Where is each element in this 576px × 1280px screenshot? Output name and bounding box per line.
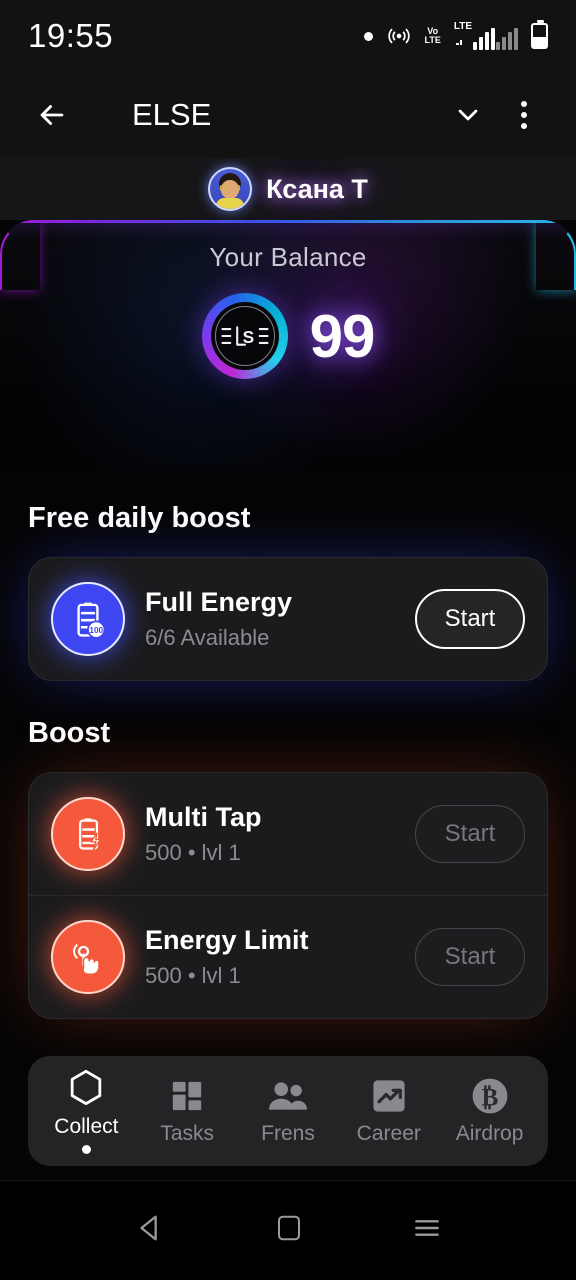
start-button-multi-tap[interactable]: Start	[415, 805, 525, 863]
else-logo-icon: S	[221, 326, 269, 347]
bitcoin-icon: ₿	[471, 1076, 509, 1116]
bottom-navigation: Collect Tasks Frens Career ₿ Airdrop	[28, 1056, 548, 1166]
hotspot-icon	[387, 28, 410, 44]
hexagon-icon	[67, 1069, 105, 1109]
free-boost-section: Free daily boost 100 Full Energy 6/6 Ava…	[0, 502, 576, 681]
nav-item-frens[interactable]: Frens	[242, 1076, 334, 1146]
android-navigation-bar	[0, 1180, 576, 1280]
dot-indicator-icon	[363, 31, 373, 41]
android-back-button[interactable]	[133, 1211, 167, 1250]
avatar	[208, 167, 253, 211]
boost-section: Boost Multi Tap 500 • lvl 1 Start Energy…	[0, 717, 576, 1019]
user-name: Ксана Т	[266, 173, 368, 204]
android-recents-button[interactable]	[411, 1212, 443, 1249]
overflow-menu-button[interactable]	[496, 87, 552, 143]
boost-subtitle: 6/6 Available	[145, 625, 270, 651]
svg-text:₿: ₿	[481, 1084, 498, 1112]
collapse-button[interactable]	[440, 87, 496, 143]
nav-label: Frens	[261, 1122, 315, 1145]
boost-row-full-energy[interactable]: 100 Full Energy 6/6 Available Start	[29, 558, 547, 680]
else-coin-icon: S	[201, 293, 288, 379]
card-edge-right	[536, 220, 576, 290]
nav-label: Collect	[54, 1114, 119, 1138]
trending-up-icon	[372, 1076, 406, 1116]
grid-icon	[170, 1076, 204, 1116]
boost-row-multi-tap[interactable]: Multi Tap 500 • lvl 1 Start	[29, 773, 547, 895]
nav-item-tasks[interactable]: Tasks	[141, 1076, 233, 1146]
status-icons: Vo LTE LTE	[363, 20, 548, 50]
boost-info: Full Energy 6/6 Available	[145, 587, 395, 651]
boost-title: Boost	[28, 717, 111, 749]
start-button-full-energy[interactable]: Start	[415, 589, 525, 649]
tap-hand-icon	[51, 920, 125, 994]
start-button-energy-limit[interactable]: Start	[415, 928, 525, 986]
app-bar: ELSE	[0, 72, 576, 158]
volte-icon: Vo LTE	[424, 25, 441, 45]
nav-item-collect[interactable]: Collect	[40, 1069, 132, 1154]
boost-info: Energy Limit 500 • lvl 1	[145, 925, 395, 989]
balance-label: Your Balance	[209, 242, 367, 272]
lte-icon: LTE	[454, 22, 518, 50]
battery-bolt-icon	[51, 797, 125, 871]
boost-subtitle: 500 • lvl 1	[145, 963, 241, 989]
signal-bars-sim2	[496, 28, 518, 50]
kebab-menu-icon	[521, 101, 527, 129]
people-icon	[268, 1076, 307, 1116]
free-boost-title: Free daily boost	[28, 502, 251, 534]
back-button[interactable]	[24, 87, 80, 143]
balance-card: Your Balance S 99	[0, 220, 576, 470]
nav-label: Career	[356, 1122, 421, 1145]
signal-bars-sim1	[473, 28, 495, 50]
arrow-left-icon	[40, 105, 64, 125]
user-bar: Ксана Т	[0, 158, 576, 220]
chevron-down-icon	[458, 109, 478, 121]
webapp-content: Ксана Т Your Balance S 99 Free daily boo…	[0, 158, 576, 1180]
android-home-button[interactable]	[274, 1213, 304, 1248]
boost-name: Energy Limit	[145, 924, 309, 955]
svg-text:S: S	[242, 327, 254, 347]
nav-item-airdrop[interactable]: ₿ Airdrop	[444, 1076, 536, 1146]
nav-label: Airdrop	[455, 1122, 524, 1145]
boost-name: Full Energy	[145, 586, 293, 617]
phone-screen: 19:55 Vo LTE LTE ELSE Ксана Т Your Balan…	[0, 0, 576, 1280]
battery-icon	[531, 20, 548, 49]
battery-100-icon: 100	[51, 582, 125, 656]
boost-card: Multi Tap 500 • lvl 1 Start Energy Limit…	[28, 772, 548, 1019]
boost-name: Multi Tap	[145, 801, 262, 832]
free-boost-card: 100 Full Energy 6/6 Available Start	[28, 557, 548, 681]
card-edge-left	[0, 220, 40, 290]
status-bar: 19:55 Vo LTE LTE	[0, 0, 576, 72]
android-recents-icon	[414, 1220, 439, 1236]
nav-item-career[interactable]: Career	[343, 1076, 435, 1146]
boost-row-energy-limit[interactable]: Energy Limit 500 • lvl 1 Start	[29, 895, 547, 1018]
active-indicator-dot	[81, 1144, 91, 1154]
nav-label: Tasks	[160, 1122, 215, 1145]
boost-subtitle: 500 • lvl 1	[145, 840, 241, 866]
balance-value: 99	[309, 302, 376, 370]
android-home-icon	[277, 1215, 300, 1241]
app-title: ELSE	[132, 97, 212, 132]
status-clock: 19:55	[28, 17, 114, 54]
svg-text:100: 100	[89, 626, 103, 635]
boost-info: Multi Tap 500 • lvl 1	[145, 802, 395, 866]
android-back-icon	[140, 1215, 158, 1241]
balance-row: S 99	[0, 293, 576, 379]
